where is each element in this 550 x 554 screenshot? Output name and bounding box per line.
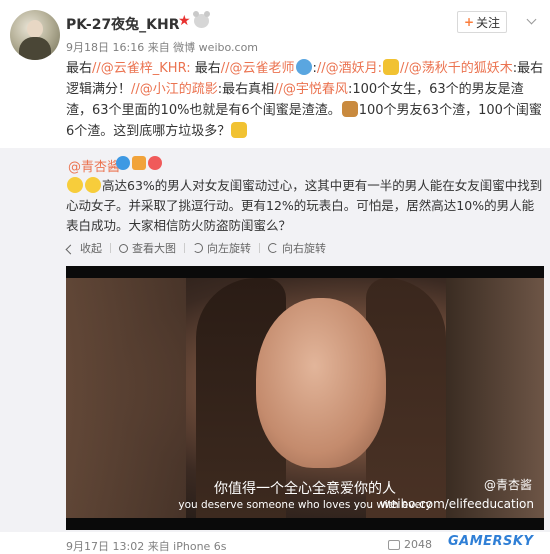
view-large-button[interactable]: 查看大图 [119, 240, 176, 256]
member-icon [132, 156, 146, 170]
vip-star-icon: ★ [178, 13, 191, 29]
mention-link[interactable]: //@荡秋千的狐妖木 [400, 61, 513, 76]
video-still: 你值得一个全心全意爱你的人 you deserve someone who lo… [66, 278, 544, 518]
share-button[interactable]: 2048 [388, 538, 432, 551]
mention-link[interactable]: //@宇悦春风 [274, 82, 348, 97]
doge-emoji-icon [341, 101, 358, 117]
video-face [256, 298, 386, 468]
post-meta: 9月18日 16:16 来自 微博 weibo.com [66, 41, 259, 54]
view-large-label: 查看大图 [132, 242, 176, 255]
verified-icon [116, 156, 130, 170]
video-frame[interactable]: 你值得一个全心全意爱你的人 you deserve someone who lo… [66, 266, 544, 530]
avatar-body [19, 37, 51, 60]
mention-link[interactable]: //@酒妖月: [317, 61, 382, 76]
repost-badges [116, 156, 162, 170]
repost-author[interactable]: @青杏酱 [68, 156, 120, 175]
collapse-icon [66, 243, 76, 253]
repost-text: 高达63%的男人对女友闺蜜动过心，这其中更有一半的男人能在女友闺蜜中找到心动女子… [66, 176, 544, 236]
smile-emoji-icon [67, 177, 83, 193]
rotate-left-label: 向左旋转 [207, 242, 251, 255]
rotate-right-button[interactable]: 向右旋转 [268, 240, 326, 256]
smile-emoji-icon [85, 177, 101, 193]
plus-icon: + [463, 15, 475, 29]
follow-button[interactable]: + 关注 [457, 11, 507, 33]
cat-emoji-icon [383, 59, 400, 75]
video-watermark-url: weibo.com/elifeeducation [380, 497, 534, 511]
mention-link[interactable]: //@云雀老师 [221, 61, 295, 76]
author-avatar[interactable] [10, 10, 60, 60]
video-watermark-user: @青杏酱 [483, 478, 532, 492]
toolbar-divider [184, 243, 185, 253]
collapse-label: 收起 [80, 242, 102, 255]
collapse-button[interactable]: 收起 [66, 240, 102, 256]
rotate-right-icon [268, 243, 278, 253]
mention-link[interactable]: //@小江的疏影 [131, 82, 218, 97]
media-toolbar: 收起 查看大图 向左旋转 向右旋转 [66, 240, 326, 256]
author-name[interactable]: PK-27夜兔_KHR [66, 14, 180, 34]
chevron-down-icon[interactable] [525, 14, 539, 28]
balloon-icon [148, 156, 162, 170]
site-watermark: GAMERSKY [448, 534, 534, 549]
repost-box: @青杏酱 高达63%的男人对女友闺蜜动过心，这其中更有一半的男人能在女友闺蜜中找… [0, 148, 550, 532]
avatar-face [27, 20, 43, 38]
magnify-icon [119, 243, 128, 253]
member-bear-icon [193, 11, 210, 28]
post-text: 最右//@云雀梓_KHR: 最右//@云雀老师://@酒妖月://@荡秋千的狐妖… [66, 58, 544, 142]
text-segment: 最右 [190, 61, 221, 76]
follow-label: 关注 [476, 15, 501, 30]
toolbar-divider [110, 243, 111, 253]
rotate-left-button[interactable]: 向左旋转 [193, 240, 251, 256]
text-segment: :最右真相 [217, 82, 275, 97]
share-icon [388, 539, 400, 550]
toolbar-divider [259, 243, 260, 253]
repost-body: 高达63%的男人对女友闺蜜动过心，这其中更有一半的男人能在女友闺蜜中找到心动女子… [66, 178, 543, 233]
text-segment: 最右 [66, 61, 93, 76]
doraemon-emoji-icon [295, 59, 312, 75]
cat-emoji-icon [231, 122, 248, 138]
rotate-right-label: 向右旋转 [282, 242, 326, 255]
rotate-left-icon [193, 243, 203, 253]
share-count: 2048 [404, 538, 432, 551]
weibo-post: PK-27夜兔_KHR ★ 9月18日 16:16 来自 微博 weibo.co… [0, 0, 550, 554]
repost-meta: 9月17日 13:02 来自 iPhone 6s [66, 540, 227, 553]
mention-link[interactable]: //@云雀梓_KHR: [92, 61, 191, 76]
subtitle-chinese: 你值得一个全心全意爱你的人 [214, 481, 396, 497]
